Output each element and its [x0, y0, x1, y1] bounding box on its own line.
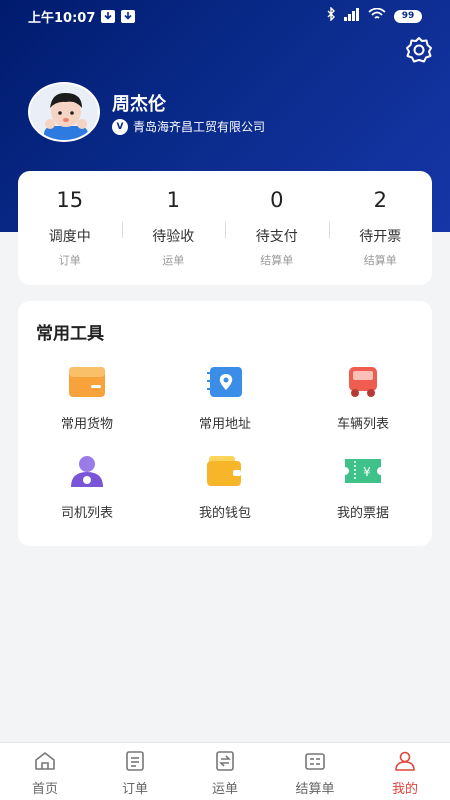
tab-waybills[interactable]: 运单 — [180, 743, 270, 800]
tab-home[interactable]: 首页 — [0, 743, 90, 800]
tab-label: 运单 — [211, 782, 238, 797]
wallet-icon — [205, 452, 245, 490]
profile-icon — [394, 751, 416, 775]
stat-value: 2 — [373, 188, 387, 212]
status-time: 上午10:07 — [28, 10, 96, 26]
tool-label: 我的票据 — [336, 506, 389, 521]
tools-card: 常用工具 常用货物 常用地址 车辆列表 司机列表 我的钱包 ¥ 我的票据 — [18, 301, 432, 546]
stat-pending-invoice[interactable]: 2 待开票 结算单 — [328, 188, 433, 268]
stat-value: 1 — [166, 188, 180, 212]
waybill-icon — [214, 751, 236, 775]
driver-icon — [67, 452, 107, 490]
stats-card: 15 调度中 订单 1 待验收 运单 0 待支付 结算单 2 待开票 结算单 — [18, 171, 432, 285]
status-left: 上午10:07 — [28, 7, 136, 26]
home-icon — [34, 751, 56, 775]
tool-driver-list[interactable]: 司机列表 — [18, 452, 156, 521]
tool-label: 司机列表 — [60, 506, 113, 521]
tab-mine[interactable]: 我的 — [360, 743, 450, 800]
tab-label: 订单 — [121, 782, 148, 797]
stat-sub: 结算单 — [363, 254, 397, 267]
avatar[interactable] — [28, 82, 100, 142]
goods-box-icon — [67, 363, 107, 401]
gear-icon — [404, 35, 434, 69]
tool-vehicle-list[interactable]: 车辆列表 — [294, 363, 432, 432]
verified-badge-icon: V — [112, 118, 128, 135]
address-location-icon — [205, 363, 245, 401]
signal-icon — [344, 7, 360, 25]
tab-label: 我的 — [391, 782, 418, 797]
stat-sub: 运单 — [162, 254, 185, 267]
stat-value: 0 — [270, 188, 284, 212]
tool-label: 车辆列表 — [336, 417, 389, 432]
battery-icon: 99 — [394, 9, 422, 23]
invoice-ticket-icon: ¥ — [343, 452, 383, 490]
company-name: 青岛海齐昌工贸有限公司 — [133, 120, 266, 134]
stat-pending-acceptance[interactable]: 1 待验收 运单 — [121, 188, 226, 268]
tool-common-address[interactable]: 常用地址 — [156, 363, 294, 432]
wifi-icon — [368, 7, 386, 25]
tool-my-invoices[interactable]: ¥ 我的票据 — [294, 452, 432, 521]
order-list-icon — [124, 751, 146, 775]
bluetooth-icon — [326, 6, 336, 25]
stat-label: 待验收 — [152, 229, 195, 245]
status-bar: 上午10:07 99 — [0, 0, 450, 32]
download-icon — [121, 9, 136, 23]
stat-value: 15 — [56, 188, 84, 212]
stat-label: 待开票 — [359, 229, 402, 245]
download-icon — [101, 9, 116, 23]
stat-dispatching[interactable]: 15 调度中 订单 — [18, 188, 122, 268]
truck-icon — [343, 363, 383, 401]
stat-label: 待支付 — [255, 229, 298, 245]
stat-sub: 订单 — [58, 254, 81, 267]
tools-title: 常用工具 — [36, 324, 104, 344]
stat-sub: 结算单 — [260, 254, 294, 267]
stat-pending-payment[interactable]: 0 待支付 结算单 — [225, 188, 329, 268]
tool-label: 常用货物 — [60, 417, 113, 432]
tool-my-wallet[interactable]: 我的钱包 — [156, 452, 294, 521]
tool-common-goods[interactable]: 常用货物 — [18, 363, 156, 432]
tool-label: 常用地址 — [198, 417, 251, 432]
tab-orders[interactable]: 订单 — [90, 743, 180, 800]
status-right: 99 — [326, 6, 422, 25]
settlement-icon — [304, 751, 326, 775]
settings-button[interactable] — [403, 36, 435, 68]
company-row: V 青岛海齐昌工贸有限公司 — [112, 118, 265, 135]
stat-label: 调度中 — [48, 229, 91, 245]
tab-settlements[interactable]: 结算单 — [270, 743, 360, 800]
tools-grid: 常用货物 常用地址 车辆列表 司机列表 我的钱包 ¥ 我的票据 — [18, 363, 432, 521]
bottom-tabbar: 首页 订单 运单 结算单 我的 — [0, 742, 450, 800]
tab-label: 结算单 — [295, 782, 335, 797]
user-name: 周杰伦 — [112, 94, 166, 115]
tool-label: 我的钱包 — [198, 506, 251, 521]
tab-label: 首页 — [31, 782, 58, 797]
svg-text:¥: ¥ — [363, 465, 371, 479]
